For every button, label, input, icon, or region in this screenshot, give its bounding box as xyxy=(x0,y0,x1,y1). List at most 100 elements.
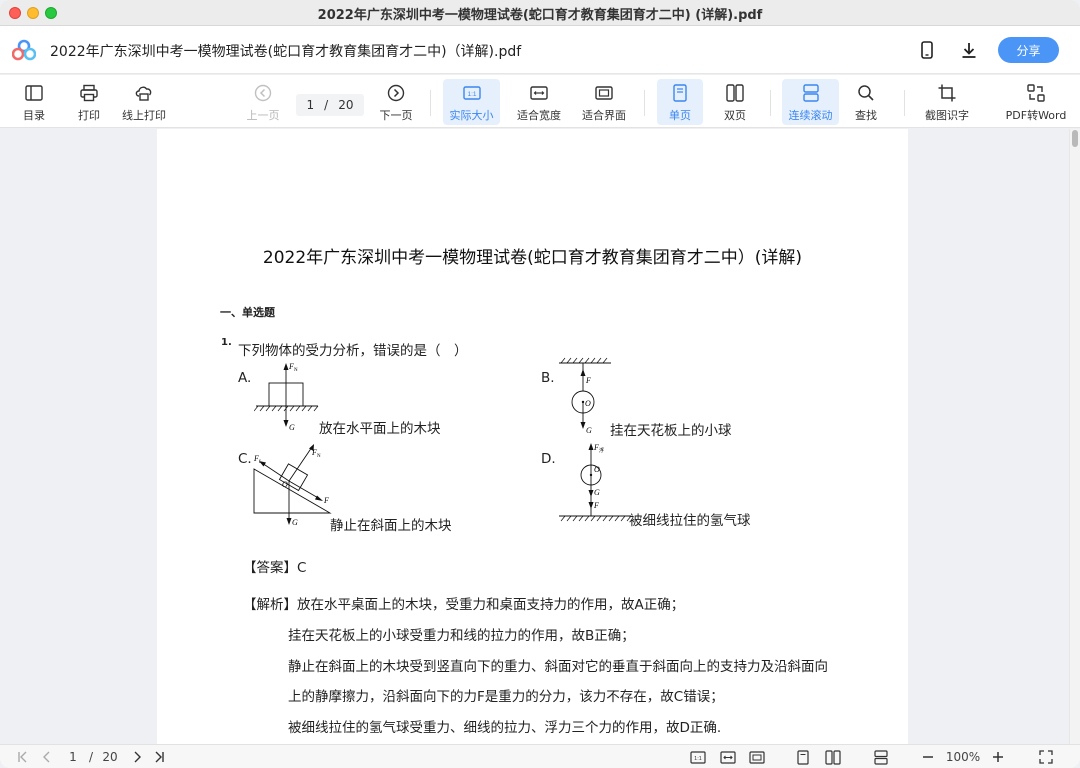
prev-page-icon[interactable] xyxy=(38,748,56,766)
continuous-scroll-icon[interactable] xyxy=(871,748,891,766)
zoom-level[interactable]: 100% xyxy=(943,748,983,766)
option-c-caption: 静止在斜面上的木块 xyxy=(330,518,452,534)
option-c-label: C. xyxy=(238,451,252,467)
ocr-button[interactable]: 截图识字 xyxy=(920,79,974,125)
prev-page-button[interactable]: 上一页 xyxy=(243,79,283,125)
double-page-button[interactable]: 双页 xyxy=(714,79,756,125)
crop-icon xyxy=(938,84,956,102)
page-separator: / xyxy=(324,98,329,112)
question-number: 1. xyxy=(221,337,232,348)
continuous-scroll-icon xyxy=(802,84,819,102)
zoom-in-icon[interactable] xyxy=(989,748,1007,766)
status-total-pages: 20 xyxy=(102,750,118,764)
fit-width-icon[interactable] xyxy=(718,748,738,766)
toc-icon xyxy=(25,85,43,101)
explanation-line: 上的静摩擦力，沿斜面向下的力F是重力的分力，该力不存在，故C错误； xyxy=(288,689,724,705)
pdf-to-word-button[interactable]: PDF转Word xyxy=(1002,79,1070,125)
option-a-caption: 放在水平面上的木块 xyxy=(319,421,441,437)
chevron-left-circle-icon xyxy=(254,84,272,102)
double-page-icon[interactable] xyxy=(823,748,843,766)
explanation-line: 【解析】放在水平桌面上的木块，受重力和桌面支持力的作用，故A正确； xyxy=(243,597,685,613)
label-o-b: O xyxy=(585,399,591,408)
scrollbar-thumb[interactable] xyxy=(1072,130,1078,147)
fit-page-icon xyxy=(595,86,613,100)
option-b-label: B. xyxy=(541,370,555,386)
actual-size-icon: 1:1 xyxy=(462,86,481,100)
status-bar: 1 / 20 1:1 100% xyxy=(0,744,1080,768)
question-text: 下列物体的受力分析，错误的是（ ） xyxy=(238,343,468,359)
label-f-d: F xyxy=(593,501,599,510)
label-fn-sub-c: N xyxy=(317,454,321,459)
total-pages: 20 xyxy=(338,98,354,112)
ocr-label: 截图识字 xyxy=(925,109,969,122)
window-title: 2022年广东深圳中考一模物理试卷(蛇口育才教育集团育才二中) (详解).pdf xyxy=(317,8,763,23)
chevron-right-circle-icon xyxy=(387,84,405,102)
toc-button[interactable]: 目录 xyxy=(14,79,54,125)
continuous-scroll-label: 连续滚动 xyxy=(788,109,833,122)
toc-label: 目录 xyxy=(23,109,45,122)
diagram-d: F 浮 O G F xyxy=(559,443,632,522)
download-icon[interactable] xyxy=(957,38,981,62)
fit-page-icon[interactable] xyxy=(747,748,767,766)
printer-icon xyxy=(80,84,98,102)
label-g-b: G xyxy=(586,426,592,435)
toolbar-divider xyxy=(904,90,905,116)
answer-text: 【答案】C xyxy=(243,560,307,576)
fit-page-button[interactable]: 适合界面 xyxy=(576,79,632,125)
status-current-page[interactable]: 1 xyxy=(66,748,80,766)
fit-width-icon xyxy=(530,86,548,100)
single-page-icon xyxy=(673,84,687,102)
find-label: 查找 xyxy=(855,109,877,122)
next-page-icon[interactable] xyxy=(128,748,146,766)
continuous-scroll-button[interactable]: 连续滚动 xyxy=(782,79,839,125)
fit-width-label: 适合宽度 xyxy=(517,109,561,122)
label-g-d: G xyxy=(594,488,600,497)
document-title: 2022年广东深圳中考一模物理试卷(蛇口育才教育集团育才二中)（详解).pdf xyxy=(50,44,522,60)
label-f-b: F xyxy=(585,376,591,385)
next-page-button[interactable]: 下一页 xyxy=(376,79,416,125)
explanation-line: 被细线拉住的氢气球受重力、细线的拉力、浮力三个力的作用，故D正确. xyxy=(288,720,722,736)
fullscreen-icon[interactable] xyxy=(1036,748,1056,766)
svg-text:1:1: 1:1 xyxy=(467,91,476,98)
toolbar-divider xyxy=(430,90,431,116)
diagram-b: F O G xyxy=(559,357,611,435)
diagram-a: F N G xyxy=(254,362,319,431)
print-button[interactable]: 打印 xyxy=(69,79,109,125)
share-button[interactable]: 分享 xyxy=(998,37,1059,63)
zoom-out-icon[interactable] xyxy=(919,748,937,766)
cloud-print-icon xyxy=(135,86,152,101)
toolbar: 目录 打印 线上打印 上一页 下一页 1:1 实际大小 适合宽度 适合界面 单页… xyxy=(0,75,1080,128)
actual-size-label: 实际大小 xyxy=(449,109,494,122)
current-page: 1 xyxy=(306,98,315,112)
document-viewer[interactable]: 2022年广东深圳中考一模物理试卷(蛇口育才教育集团育才二中）(详解) 一、单选… xyxy=(0,129,1080,744)
label-o-c: O xyxy=(282,480,288,489)
section-heading: 一、单选题 xyxy=(220,306,275,319)
search-icon xyxy=(858,85,874,101)
pdf-page: 2022年广东深圳中考一模物理试卷(蛇口育才教育集团育才二中）(详解) 一、单选… xyxy=(157,129,908,744)
page-number-input[interactable]: 1 / 20 xyxy=(296,94,364,116)
single-page-icon[interactable] xyxy=(794,748,812,766)
double-page-label: 双页 xyxy=(724,109,746,122)
toolbar-divider xyxy=(770,90,771,116)
fit-page-label: 适合界面 xyxy=(582,109,626,122)
label-fn-sub: N xyxy=(294,368,298,373)
find-button[interactable]: 查找 xyxy=(846,79,886,125)
label-ffu-sub-d: 浮 xyxy=(599,447,604,454)
label-f-c: F xyxy=(323,496,329,505)
toolbar-divider xyxy=(644,90,645,116)
online-print-button[interactable]: 线上打印 xyxy=(119,79,169,125)
label-g-a: G xyxy=(289,423,295,431)
actual-size-icon[interactable]: 1:1 xyxy=(688,748,708,766)
explanation-line: 静止在斜面上的木块受到竖直向下的重力、斜面对它的垂直于斜面向上的支持力及沿斜面向 xyxy=(288,659,828,675)
actual-size-button[interactable]: 1:1 实际大小 xyxy=(443,79,500,125)
fit-width-button[interactable]: 适合宽度 xyxy=(511,79,567,125)
diagram-c: F N F f O F G xyxy=(253,444,332,527)
print-label: 打印 xyxy=(78,109,100,122)
title-bar: 2022年广东深圳中考一模物理试卷(蛇口育才教育集团育才二中) (详解).pdf xyxy=(0,0,1080,26)
vertical-scrollbar[interactable] xyxy=(1069,129,1080,744)
last-page-icon[interactable] xyxy=(150,748,168,766)
phone-icon[interactable] xyxy=(915,38,939,62)
single-page-button[interactable]: 单页 xyxy=(657,79,703,125)
first-page-icon[interactable] xyxy=(14,748,32,766)
paper-title: 2022年广东深圳中考一模物理试卷(蛇口育才教育集团育才二中）(详解) xyxy=(262,248,803,268)
